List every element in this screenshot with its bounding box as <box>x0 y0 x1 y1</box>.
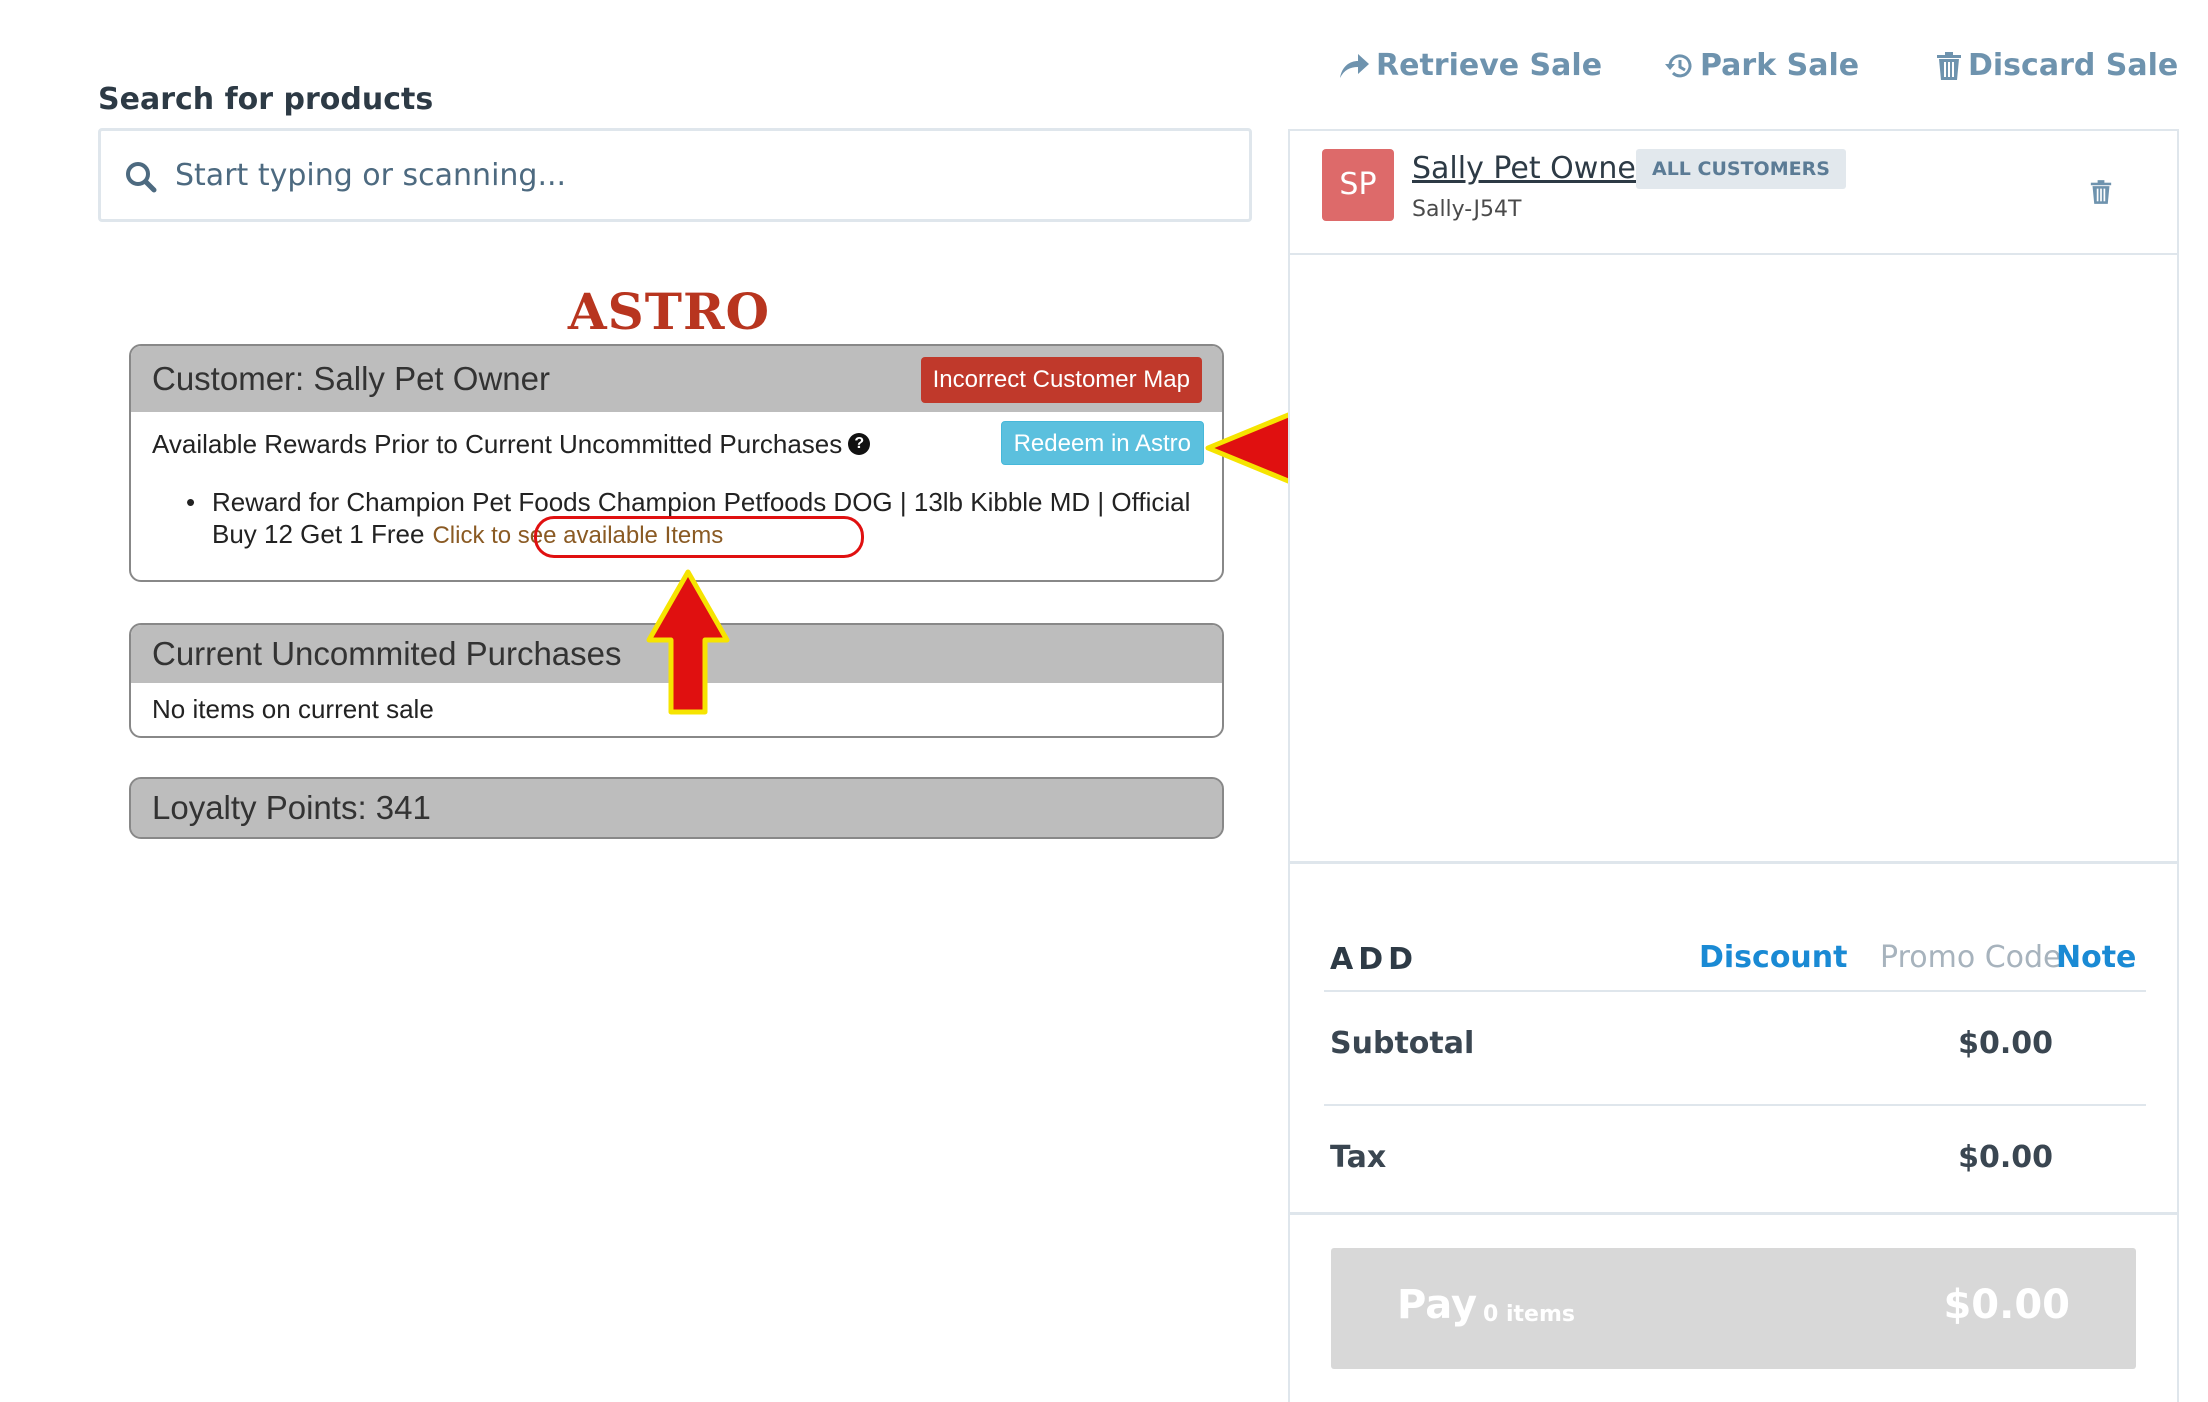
question-circle-icon[interactable]: ? <box>848 433 871 456</box>
add-note-link[interactable]: Note <box>2056 940 2136 975</box>
tax-label: Tax <box>1330 1140 1387 1175</box>
subtotal-label: Subtotal <box>1330 1026 1475 1061</box>
discard-sale-button[interactable]: Discard Sale <box>1936 46 2178 86</box>
rewards-heading-row: Available Rewards Prior to Current Uncom… <box>152 412 1204 476</box>
totals-bottom-divider <box>1288 1212 2179 1215</box>
pay-amount: $0.00 <box>1943 1282 2070 1328</box>
divider <box>1324 1104 2146 1106</box>
divider <box>1324 990 2146 992</box>
add-discount-link[interactable]: Discount <box>1699 940 1848 975</box>
remove-customer-trash-icon[interactable] <box>2090 179 2112 205</box>
search-input[interactable] <box>175 131 1235 219</box>
loyalty-points-label: Loyalty Points: 341 <box>131 779 1222 837</box>
uncommitted-empty-text: No items on current sale <box>152 694 434 724</box>
pay-button[interactable]: Pay 0 items $0.00 <box>1331 1248 2136 1369</box>
tax-value: $0.00 <box>1958 1140 2053 1175</box>
loyalty-points-panel: Loyalty Points: 341 <box>129 777 1224 839</box>
trash-icon <box>1937 52 1961 80</box>
astro-logo: ASTRO <box>567 282 771 341</box>
pay-label: Pay <box>1397 1282 1478 1328</box>
pay-item-count: 0 items <box>1483 1302 1575 1327</box>
retrieve-sale-button[interactable]: Retrieve Sale <box>1338 46 1602 86</box>
customer-code: Sally-J54T <box>1412 197 1522 222</box>
search-box[interactable] <box>98 128 1252 222</box>
customer-group-badge: ALL CUSTOMERS <box>1636 149 1846 189</box>
search-label: Search for products <box>98 82 434 117</box>
add-label: ADD <box>1330 942 1419 977</box>
annotation-arrow-up-icon <box>646 569 730 715</box>
discard-sale-label: Discard Sale <box>1968 48 2179 83</box>
park-sale-button[interactable]: Park Sale <box>1664 46 1859 86</box>
customer-name-link[interactable]: Sally Pet Owner <box>1412 151 1648 186</box>
add-promo-code-link[interactable]: Promo Code <box>1880 940 2062 975</box>
annotation-ellipse <box>534 516 864 558</box>
uncommitted-title: Current Uncommited Purchases <box>152 635 622 672</box>
share-arrow-icon <box>1340 54 1369 78</box>
rewards-heading: Available Rewards Prior to Current Uncom… <box>152 429 843 459</box>
history-icon <box>1665 54 1692 78</box>
avatar: SP <box>1322 149 1394 221</box>
retrieve-sale-label: Retrieve Sale <box>1376 48 1603 83</box>
customer-row: SP Sally Pet Owner ALL CUSTOMERS Sally-J… <box>1290 131 2177 255</box>
incorrect-customer-map-button[interactable]: Incorrect Customer Map <box>920 357 1202 403</box>
customer-panel-header: Customer: Sally Pet Owner Incorrect Cust… <box>131 346 1222 412</box>
subtotal-value: $0.00 <box>1958 1026 2053 1061</box>
customer-title: Customer: Sally Pet Owner <box>152 360 550 397</box>
park-sale-label: Park Sale <box>1700 48 1860 83</box>
search-icon <box>126 162 157 193</box>
redeem-in-astro-button[interactable]: Redeem in Astro <box>1000 421 1204 465</box>
